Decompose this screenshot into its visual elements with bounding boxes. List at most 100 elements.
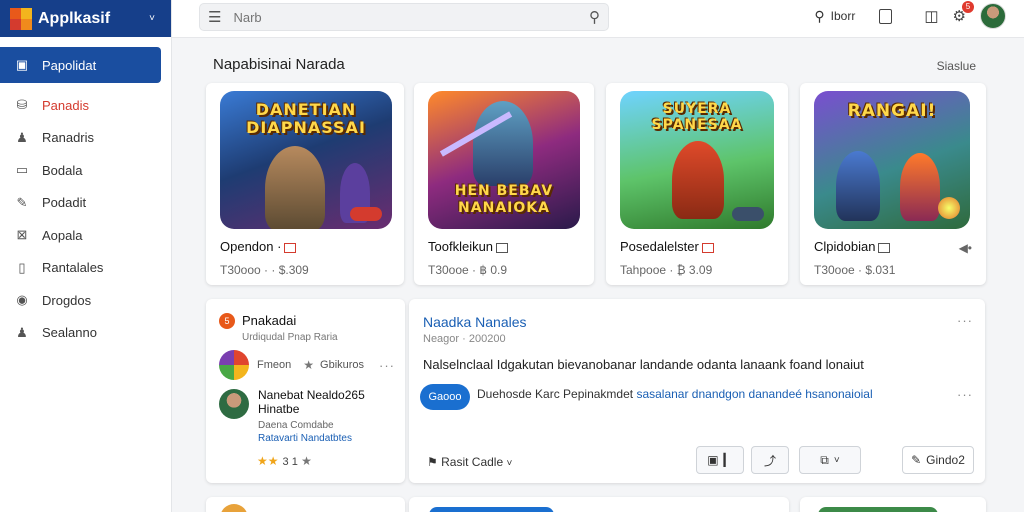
card-footer-dropdown[interactable]: ⚑ Rasit Cadle ˅	[427, 455, 512, 469]
sidebar-item-drogdos[interactable]: ◉ Drogdos	[0, 284, 161, 316]
document-icon: ▯	[18, 259, 26, 275]
sidebar-item-aopala[interactable]: ⊠ Aopala	[0, 219, 161, 251]
copy-dropdown-button[interactable]: ⧉ ˅	[799, 446, 861, 474]
sidebar-item-rantalales[interactable]: ▯ Rantalales	[0, 252, 161, 284]
avatar	[220, 504, 248, 512]
main-card-link[interactable]: Duehosde Karc Pepinakmdet sasalanar dnan…	[477, 387, 897, 402]
avatar[interactable]	[980, 3, 1006, 29]
flag-icon: ⚑	[427, 455, 438, 469]
pie-chart-icon	[219, 350, 249, 380]
pill-button	[429, 507, 554, 512]
search-bar[interactable]: ☰ ⚲	[199, 3, 609, 31]
sidebar-item-bodala[interactable]: ▭ Bodala	[0, 154, 161, 186]
sidebar-item-ranadris[interactable]: ♟ Ranadris	[0, 122, 161, 154]
copy-icon: ⧉	[820, 452, 829, 467]
brand-header[interactable]: Applkasif ˅	[0, 0, 171, 37]
list-item-label: Fmeon	[257, 359, 292, 371]
calendar-icon: ▣	[15, 57, 29, 72]
tag-icon	[701, 242, 714, 253]
search-input[interactable]	[233, 9, 589, 25]
game-artwork: SUYERA SPANESAA	[620, 91, 774, 229]
sidebar-item-label: Rantalales	[42, 260, 104, 275]
sidebar-item-sealanno[interactable]: ♟ Sealanno	[0, 317, 161, 349]
sidebar-item-panadis[interactable]: ⛁ Panadis	[0, 89, 161, 121]
sidebar-item-label: Drogdos	[42, 292, 92, 308]
sidebar-item-label: Podadit	[42, 195, 87, 210]
review-card-subtitle: Urdiqudal Pnap Raria	[242, 332, 338, 343]
person-link[interactable]: Ratavarti Nandatbtes	[258, 433, 352, 444]
sidebar-item-papolidat[interactable]: ▣ Papolidat	[0, 47, 161, 83]
edit-icon: ✎	[911, 453, 922, 467]
game-title: Opendon ·	[220, 239, 297, 254]
more-icon[interactable]: ···	[957, 313, 973, 328]
top-search-label: Iborr	[830, 9, 856, 23]
more-icon[interactable]: ···	[379, 358, 395, 373]
game-card[interactable]: HEN BEBAV NANAIOKA Toofkleikun T30ooe · …	[414, 83, 594, 285]
game-card[interactable]: SUYERA SPANESAA Posedalelster Tahpooe · …	[606, 83, 788, 285]
bell-icon[interactable]: ⚙ 5	[953, 1, 974, 25]
tag-icon	[284, 242, 297, 253]
chevron-down-icon[interactable]: ˅	[149, 13, 155, 24]
tag-icon	[496, 242, 509, 253]
share-icon[interactable]: ◀•	[959, 241, 972, 255]
star-icon: ★	[303, 358, 315, 372]
game-art-title: HEN BEBAV NANAIOKA	[454, 183, 554, 216]
chat-icon: ▭	[15, 162, 29, 177]
list-item[interactable]: Fmeon ★ Gbikuros ···	[219, 350, 395, 380]
menu-icon[interactable]: ☰	[208, 8, 221, 26]
see-all-link[interactable]: Siaslue	[937, 59, 976, 73]
star-icon: ★★	[257, 454, 279, 468]
chevron-down-icon: ˅	[506, 458, 513, 469]
sidebar-item-label: Aopala	[42, 227, 83, 243]
avatar[interactable]	[219, 389, 249, 419]
action-button[interactable]: ✎ Gindo2	[902, 446, 974, 474]
bookmark-icon[interactable]	[879, 8, 893, 24]
footer-label: Rasit Cadle	[441, 455, 504, 469]
more-icon[interactable]: ···	[957, 387, 973, 402]
sidebar-item-podadit[interactable]: ✎ Podadit	[0, 187, 161, 219]
users-icon: ♟	[16, 129, 28, 145]
game-meta: Tahpooe · ₿ 3.09	[620, 263, 713, 277]
card-peek	[409, 497, 789, 512]
top-search-button[interactable]: ⚲ Iborr	[814, 8, 855, 25]
game-title: Toofkleikun	[428, 239, 509, 254]
pin-button[interactable]: ⤴	[751, 446, 789, 474]
pill-button	[818, 507, 938, 512]
game-title: Posedalelster	[620, 239, 714, 254]
bag-icon: ⛁	[16, 97, 28, 112]
game-artwork: HEN BEBAV NANAIOKA	[428, 91, 580, 229]
notification-badge: 5	[962, 1, 974, 13]
game-badge-icon	[732, 207, 764, 221]
card-peek	[206, 497, 405, 512]
image-icon: ⊠	[16, 227, 28, 242]
game-meta: T30ooe · $.031	[814, 263, 896, 277]
sidebar-item-label: Panadis	[42, 97, 89, 113]
main-card-title[interactable]: Naadka Nanales	[423, 314, 527, 330]
game-meta: T30ooo · · $.309	[220, 263, 309, 277]
chevron-down-icon: ˅	[833, 454, 840, 466]
review-card: 5 Pnakadai Urdiqudal Pnap Raria Fmeon ★ …	[206, 299, 405, 483]
soldier-figure	[265, 146, 325, 229]
gamepad-icon[interactable]: ◫	[924, 7, 938, 25]
game-title: Clpidobian	[814, 239, 891, 254]
game-art-title: RANGAI!	[847, 101, 937, 121]
person-name: Nanebat Nealdo265 Hinatbe	[258, 388, 365, 416]
character-figure	[836, 151, 880, 221]
link-text-blue: sasalanar dnandgon danandeé hsanonaioial	[636, 387, 873, 401]
main-card-subtitle: Neagor · 200200	[423, 333, 506, 345]
game-art-title: DANETIAN DIAPNASSAI	[246, 100, 366, 137]
card-peek	[800, 497, 986, 512]
pill-button[interactable]: Gaooo	[420, 384, 470, 410]
save-icon: ▣	[707, 453, 719, 467]
game-card[interactable]: DANETIAN DIAPNASSAI Opendon · T30ooo · ·…	[206, 83, 404, 285]
save-button[interactable]: ▣ ▎	[696, 446, 744, 474]
search-icon[interactable]: ⚲	[589, 8, 600, 26]
topbar-actions: ⚲ Iborr ◫ ⚙ 5	[814, 0, 1006, 32]
glow-orb-icon	[938, 197, 960, 219]
sidebar-item-label: Sealanno	[42, 325, 97, 340]
sidebar-item-label: Papolidat	[42, 57, 97, 73]
game-card[interactable]: RANGAI! Clpidobian ◀• T30ooe · $.031	[800, 83, 986, 285]
creature-figure	[900, 153, 940, 221]
hero-figure	[672, 141, 724, 219]
section-title: Napabisinai Narada	[213, 56, 345, 73]
